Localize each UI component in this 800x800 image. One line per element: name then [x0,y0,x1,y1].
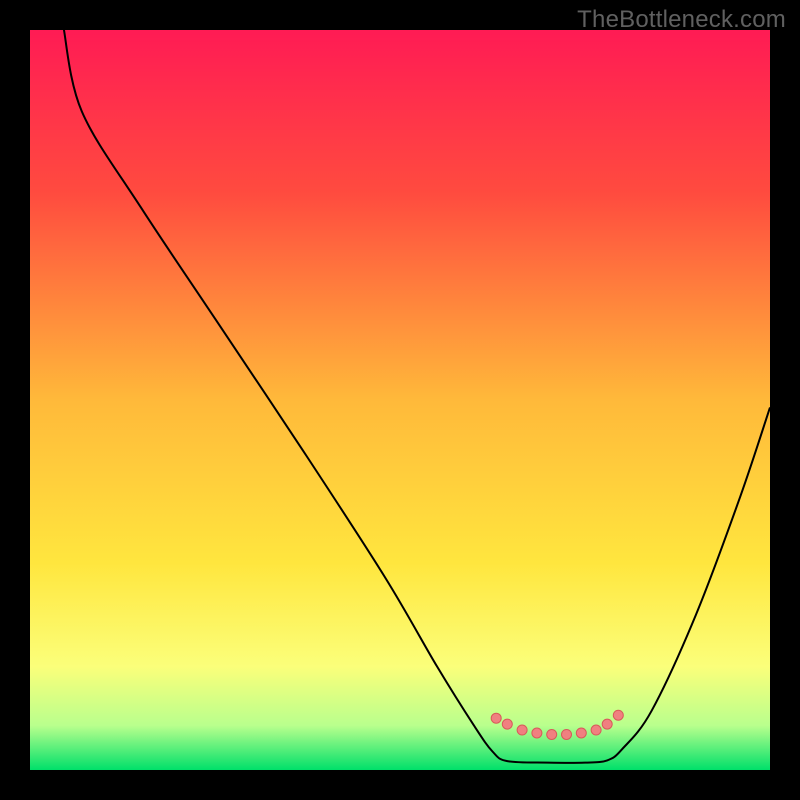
marker-dot [532,728,542,738]
marker-dot [613,710,623,720]
marker-dot [562,729,572,739]
marker-dot [491,713,501,723]
bottleneck-chart [0,0,800,800]
marker-dot [547,729,557,739]
chart-root: TheBottleneck.com [0,0,800,800]
plot-background [30,30,770,770]
marker-dot [591,725,601,735]
marker-dot [602,719,612,729]
marker-dot [576,728,586,738]
marker-dot [502,719,512,729]
marker-dot [517,725,527,735]
